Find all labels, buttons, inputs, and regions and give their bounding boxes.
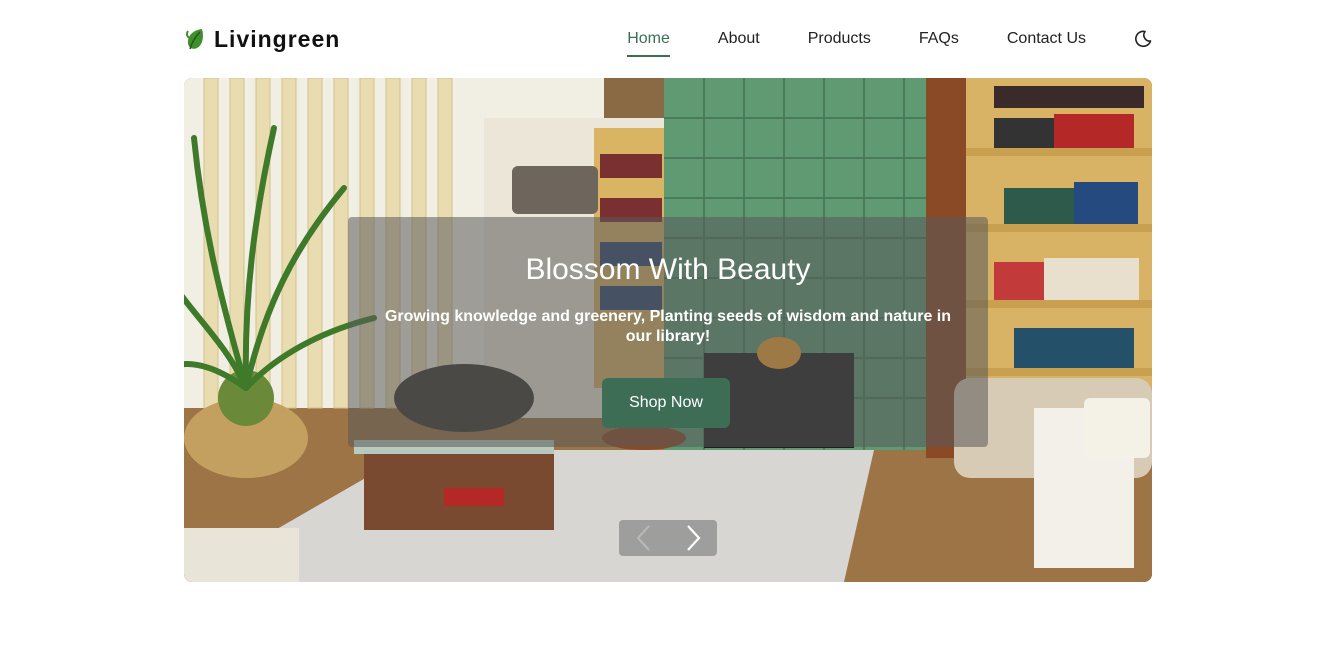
- chevron-right-icon[interactable]: [681, 523, 705, 553]
- chevron-left-icon[interactable]: [632, 523, 656, 553]
- shop-now-button[interactable]: Shop Now: [602, 378, 730, 428]
- nav-item-home[interactable]: Home: [627, 30, 670, 57]
- hero-caption: Blossom With Beauty Growing knowledge an…: [348, 217, 988, 447]
- moon-icon[interactable]: [1134, 30, 1152, 48]
- hero-subtitle: Growing knowledge and greenery, Planting…: [384, 308, 951, 345]
- hero-title: Blossom With Beauty: [525, 253, 811, 286]
- site-header: Livingreen Home About Products FAQs Cont…: [184, 14, 1152, 64]
- brand-name: Livingreen: [214, 25, 341, 52]
- leaf-icon: [184, 27, 206, 51]
- brand[interactable]: Livingreen: [184, 26, 340, 53]
- nav-item-contact-us[interactable]: Contact Us: [1007, 30, 1086, 48]
- nav-item-faqs[interactable]: FAQs: [919, 30, 959, 48]
- main-nav: Home About Products FAQs Contact Us: [627, 30, 1152, 57]
- hero-carousel: Blossom With Beauty Growing knowledge an…: [184, 78, 1152, 582]
- carousel-controls: [619, 520, 717, 556]
- nav-item-products[interactable]: Products: [808, 30, 871, 48]
- nav-item-about[interactable]: About: [718, 30, 760, 48]
